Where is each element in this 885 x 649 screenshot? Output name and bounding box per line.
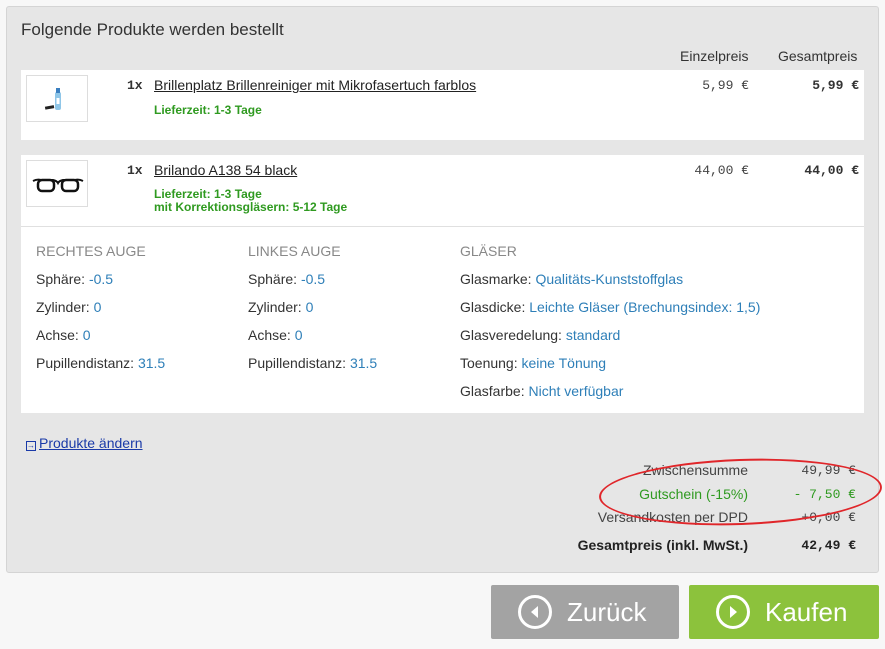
sphere-label: Sphäre: (248, 271, 298, 287)
back-button[interactable]: Zurück (491, 585, 679, 639)
pd-label: Pupillendistanz: (36, 355, 135, 371)
delivery-time: Lieferzeit: 1-3 Tage (154, 103, 262, 117)
total-price: 5,99 € (812, 78, 859, 93)
subtotal-value: 49,99 € (801, 463, 856, 478)
buy-button-label: Kaufen (765, 597, 848, 627)
page-title: Folgende Produkte werden bestellt (21, 20, 284, 39)
buy-button[interactable]: Kaufen (689, 585, 879, 639)
change-products-link[interactable]: → Produkte ändern (26, 435, 143, 451)
left-eye-heading: LINKES AUGE (248, 243, 341, 259)
shipping-label: Versandkosten per DPD (597, 509, 748, 525)
pd-label: Pupillendistanz: (248, 355, 347, 371)
product-name-link[interactable]: Brilando A138 54 black (154, 162, 297, 178)
lens-brand-value: Qualitäts-Kunststoffglas (535, 271, 684, 287)
unit-price: 5,99 € (702, 78, 749, 93)
sphere-value: -0.5 (300, 271, 326, 287)
lenses-column: GLÄSER Glasmarke: Qualitäts-Kunststoffgl… (460, 243, 760, 411)
prescription-details: RECHTES AUGE Sphäre: -0.5 Zylinder: 0 Ac… (21, 226, 864, 413)
cylinder-label: Zylinder: (36, 299, 90, 315)
lenses-heading: GLÄSER (460, 243, 517, 259)
unit-price-header: Einzelpreis (680, 48, 749, 64)
axis-label: Achse: (248, 327, 291, 343)
grand-total-value: 42,49 € (801, 538, 856, 553)
lens-coating-label: Glasveredelung: (460, 327, 562, 343)
sphere-value: -0.5 (88, 271, 114, 287)
cleaner-bottle-icon (26, 75, 88, 122)
pd-value: 31.5 (137, 355, 166, 371)
axis-value: 0 (82, 327, 91, 343)
arrow-box-icon: → (26, 441, 36, 451)
cylinder-value: 0 (305, 299, 314, 315)
order-item-row: 1x Brillenplatz Brillenreiniger mit Mikr… (21, 70, 864, 140)
lens-color-value: Nicht verfügbar (528, 383, 624, 399)
total-price-header: Gesamtpreis (778, 48, 858, 64)
back-button-label: Zurück (567, 597, 647, 627)
left-eye-column: LINKES AUGE Sphäre: -0.5 Zylinder: 0 Ach… (248, 243, 377, 383)
pd-value: 31.5 (349, 355, 378, 371)
chevron-left-icon (518, 595, 552, 629)
change-products-label: Produkte ändern (39, 435, 143, 451)
axis-label: Achse: (36, 327, 79, 343)
right-eye-heading: RECHTES AUGE (36, 243, 146, 259)
lens-thickness-value: Leichte Gläser (Brechungsindex: 1,5) (529, 299, 761, 315)
item-quantity: 1x (127, 78, 143, 93)
lens-color-label: Glasfarbe: (460, 383, 525, 399)
lens-brand-label: Glasmarke: (460, 271, 532, 287)
glasses-icon (26, 160, 88, 207)
lens-coating-value: standard (565, 327, 621, 343)
unit-price: 44,00 € (694, 163, 749, 178)
item-quantity: 1x (127, 163, 143, 178)
order-panel: Folgende Produkte werden bestellt Einzel… (6, 6, 879, 573)
product-name-link[interactable]: Brillenplatz Brillenreiniger mit Mikrofa… (154, 77, 476, 93)
delivery-time: Lieferzeit: 1-3 Tage (154, 187, 262, 201)
shipping-value: +0,00 € (801, 510, 856, 525)
lens-tint-value: keine Tönung (521, 355, 607, 371)
voucher-label: Gutschein (-15%) (639, 486, 748, 502)
lens-tint-label: Toenung: (460, 355, 518, 371)
lens-thickness-label: Glasdicke: (460, 299, 526, 315)
order-item-row: 1x Brilando A138 54 black Lieferzeit: 1-… (21, 155, 864, 226)
lens-delivery-time: mit Korrektionsgläsern: 5-12 Tage (154, 200, 348, 214)
subtotal-label: Zwischensumme (642, 462, 748, 478)
cylinder-value: 0 (93, 299, 102, 315)
sphere-label: Sphäre: (36, 271, 86, 287)
right-eye-column: RECHTES AUGE Sphäre: -0.5 Zylinder: 0 Ac… (36, 243, 165, 383)
voucher-value: - 7,50 € (793, 487, 856, 502)
total-price: 44,00 € (804, 163, 859, 178)
chevron-right-icon (716, 595, 750, 629)
grand-total-label: Gesamtpreis (inkl. MwSt.) (577, 537, 748, 553)
cylinder-label: Zylinder: (248, 299, 302, 315)
axis-value: 0 (294, 327, 303, 343)
